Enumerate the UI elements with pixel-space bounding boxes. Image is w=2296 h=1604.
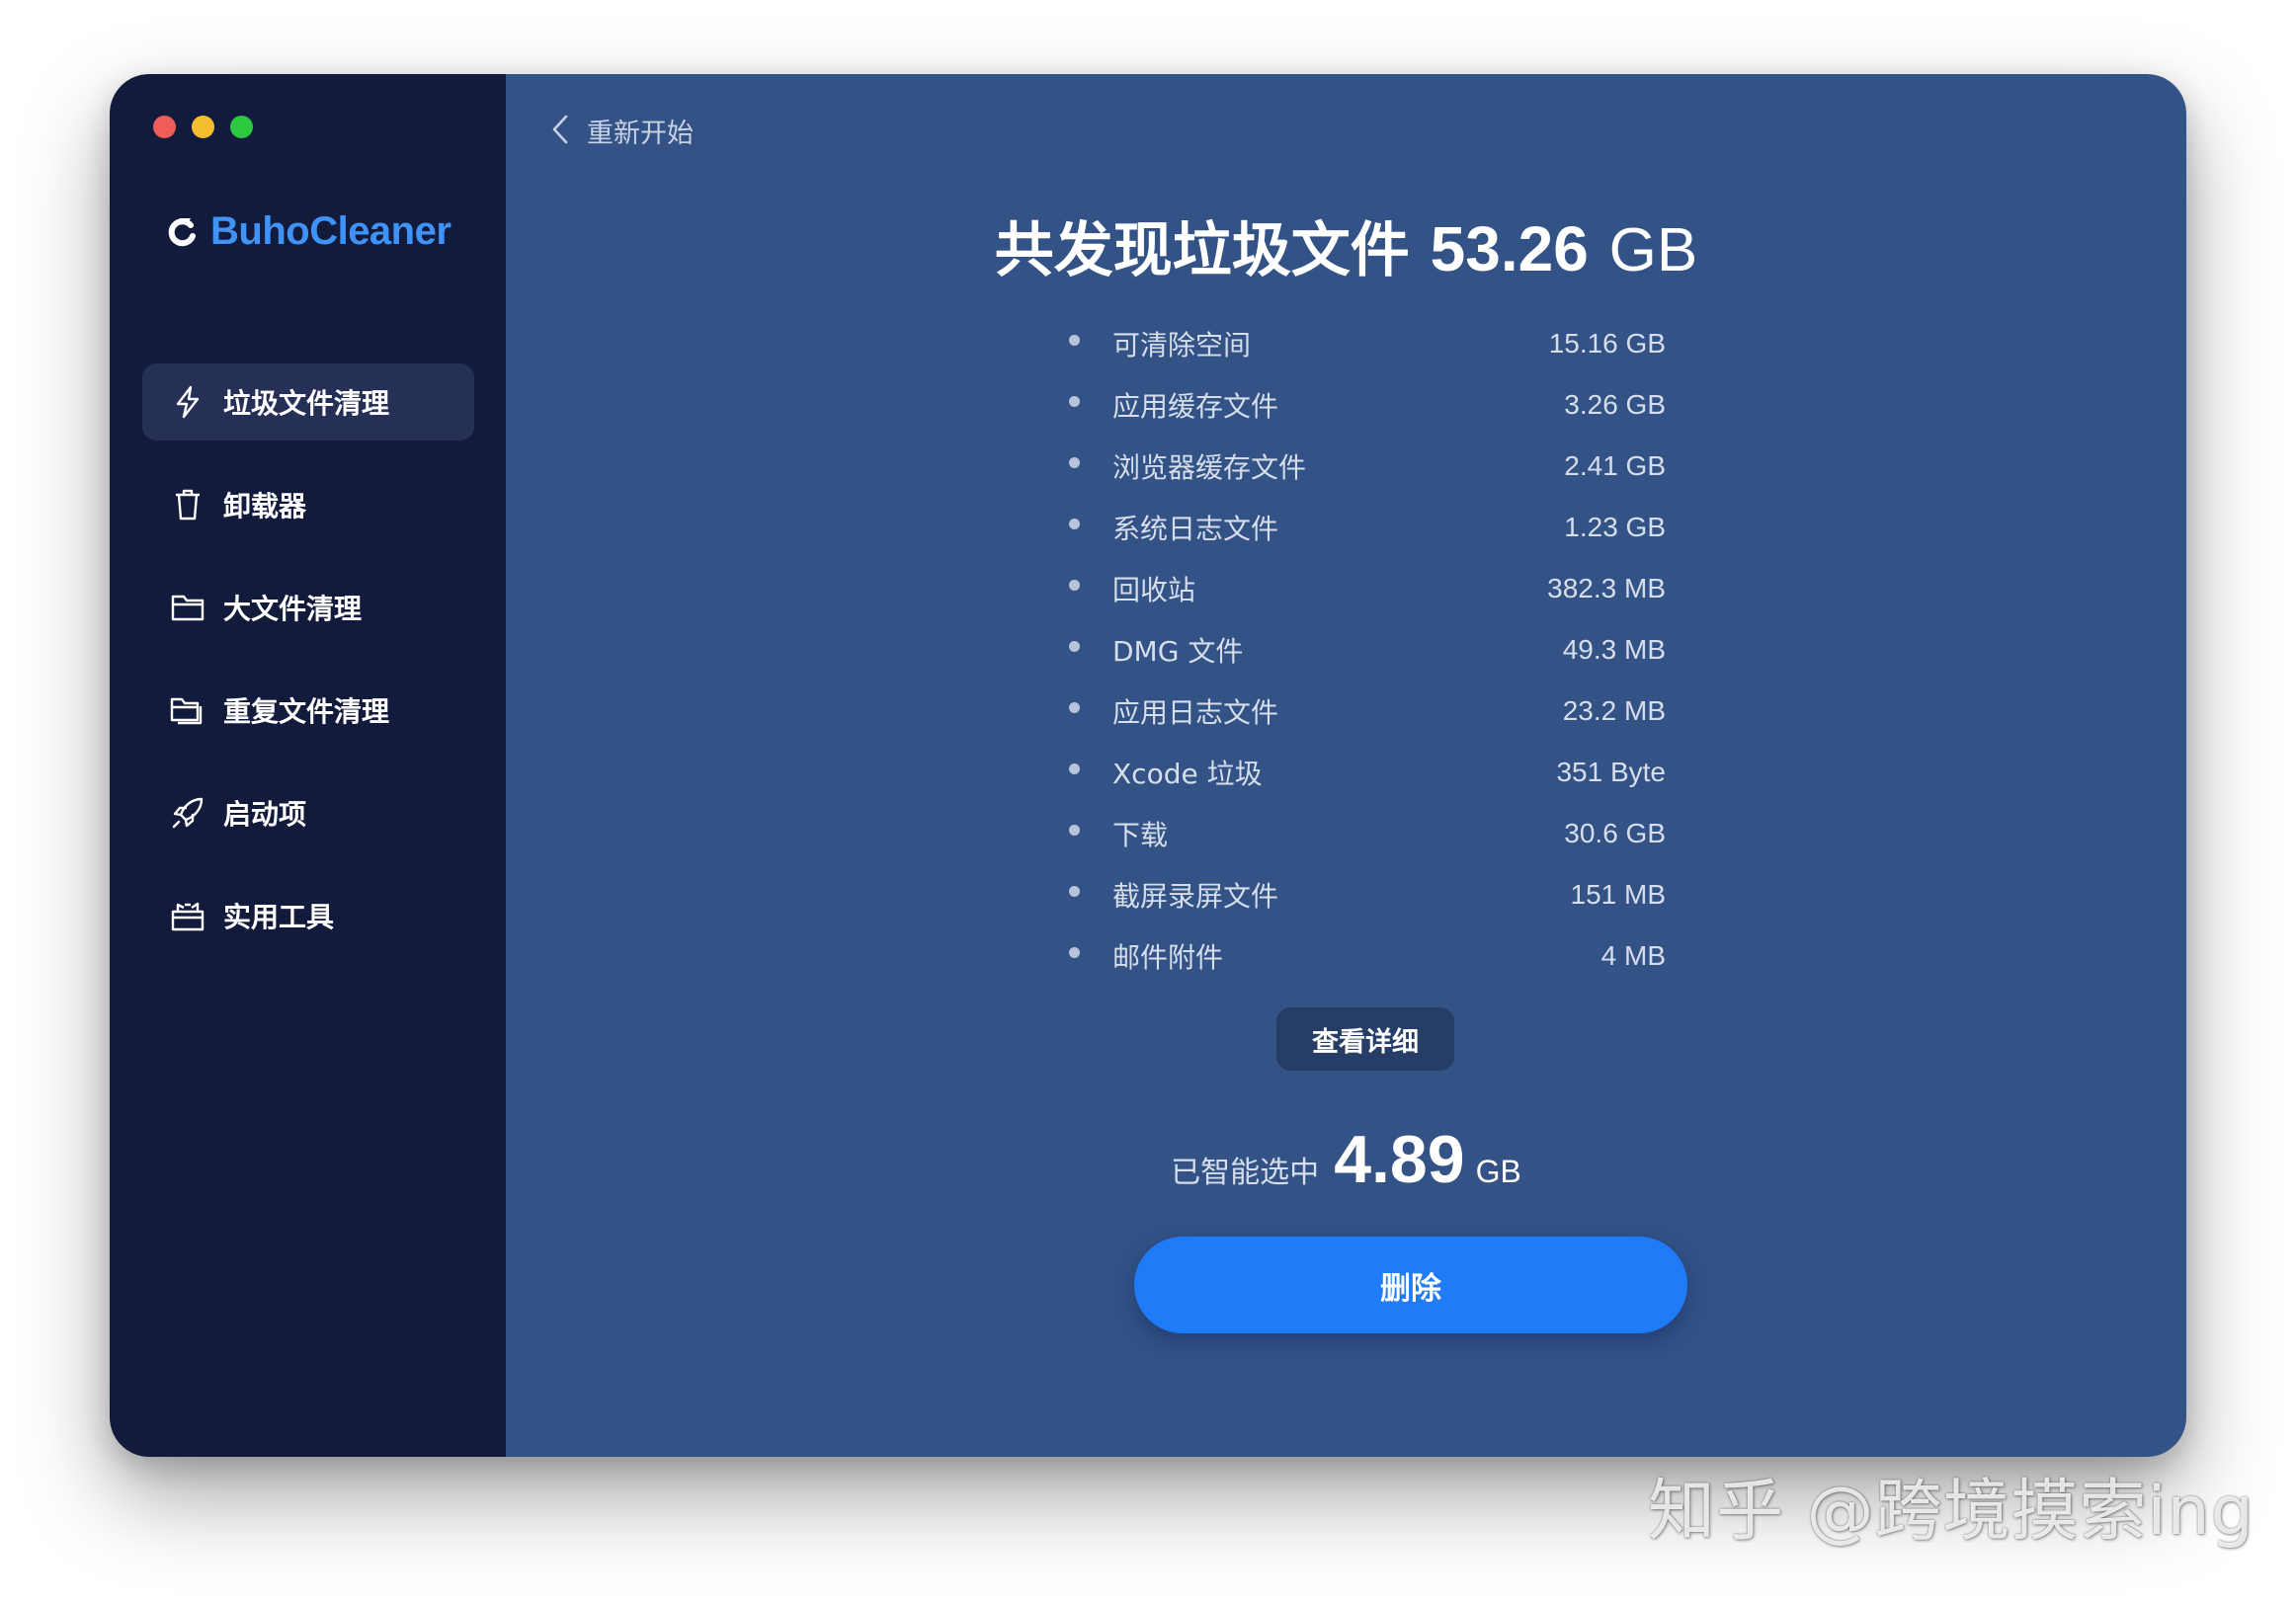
list-item: 应用缓存文件 3.26 GB	[1069, 374, 1666, 436]
list-item: 邮件附件 4 MB	[1069, 925, 1666, 987]
total-unit: GB	[1608, 216, 1698, 284]
sidebar-item-label: 垃圾文件清理	[223, 387, 390, 420]
list-item: DMG 文件 49.3 MB	[1069, 619, 1666, 681]
item-size: 151 MB	[1570, 879, 1667, 910]
bullet-dot-icon	[1069, 335, 1080, 346]
view-details-button[interactable]: 查看详细	[1276, 1007, 1454, 1071]
item-name: Xcode 垃圾	[1112, 758, 1263, 790]
item-size: 15.16 GB	[1548, 328, 1666, 359]
list-item: 系统日志文件 1.23 GB	[1069, 497, 1666, 558]
list-item: 下载 30.6 GB	[1069, 803, 1666, 864]
watermark: 知乎 @跨境摸索ing	[1648, 1473, 2255, 1551]
list-item: 应用日志文件 23.2 MB	[1069, 681, 1666, 742]
buho-logo-icon	[165, 214, 201, 250]
sidebar-item-label: 启动项	[223, 798, 307, 831]
bullet-dot-icon	[1069, 947, 1080, 958]
sidebar-nav: 垃圾文件清理 卸载器 大文件清理 重复文件清理 启动项 实用工具	[142, 363, 474, 980]
item-name: 可清除空间	[1112, 329, 1252, 361]
restart-label: 重新开始	[587, 119, 694, 149]
title-prefix: 共发现垃圾文件	[994, 216, 1410, 285]
bullet-dot-icon	[1069, 457, 1080, 468]
sidebar-item-uninstaller[interactable]: 卸载器	[142, 466, 474, 543]
page-title: 共发现垃圾文件 53.26 GB	[506, 202, 2186, 288]
item-size: 382.3 MB	[1547, 573, 1666, 603]
selected-value: 4.89	[1334, 1122, 1465, 1197]
item-name: 系统日志文件	[1112, 513, 1279, 545]
list-item: 可清除空间 15.16 GB	[1069, 313, 1666, 374]
folder-icon	[170, 590, 205, 625]
item-name: DMG 文件	[1112, 635, 1244, 668]
bullet-dot-icon	[1069, 396, 1080, 407]
zoom-window-button[interactable]	[230, 116, 253, 138]
bolt-icon	[170, 384, 205, 420]
junk-list: 可清除空间 15.16 GB 应用缓存文件 3.26 GB 浏览器缓存文件 2.41 …	[1069, 313, 1666, 987]
item-size: 23.2 MB	[1562, 695, 1666, 726]
item-name: 下载	[1112, 819, 1169, 851]
item-size: 351 Byte	[1556, 757, 1666, 787]
app-window: BuhoCleaner 垃圾文件清理 卸载器 大文件清理 重复文件清理 启动项 …	[110, 74, 2186, 1457]
window-controls	[153, 116, 253, 138]
selected-unit: GB	[1475, 1154, 1521, 1189]
bullet-dot-icon	[1069, 641, 1080, 652]
chevron-left-icon	[551, 114, 569, 149]
item-size: 1.23 GB	[1564, 512, 1666, 542]
bullet-dot-icon	[1069, 886, 1080, 897]
list-item: 浏览器缓存文件 2.41 GB	[1069, 436, 1666, 497]
item-name: 回收站	[1112, 574, 1196, 606]
bullet-dot-icon	[1069, 519, 1080, 529]
item-name: 邮件附件	[1112, 941, 1224, 974]
sidebar-item-duplicate-files[interactable]: 重复文件清理	[142, 672, 474, 749]
list-item: 截屏录屏文件 151 MB	[1069, 864, 1666, 925]
restart-button[interactable]: 重新开始	[551, 112, 694, 150]
item-size: 49.3 MB	[1562, 634, 1666, 665]
item-name: 应用日志文件	[1112, 696, 1279, 729]
item-name: 应用缓存文件	[1112, 390, 1279, 423]
bullet-dot-icon	[1069, 825, 1080, 836]
toolbox-icon	[170, 898, 205, 933]
sidebar-item-startup-items[interactable]: 启动项	[142, 774, 474, 851]
selected-label: 已智能选中	[1171, 1156, 1320, 1190]
item-size: 30.6 GB	[1564, 818, 1666, 848]
sidebar: BuhoCleaner 垃圾文件清理 卸载器 大文件清理 重复文件清理 启动项 …	[110, 74, 506, 1457]
bullet-dot-icon	[1069, 580, 1080, 591]
duplicate-folder-icon	[170, 692, 205, 728]
minimize-window-button[interactable]	[192, 116, 214, 138]
sidebar-item-large-files[interactable]: 大文件清理	[142, 569, 474, 646]
bullet-dot-icon	[1069, 763, 1080, 774]
item-name: 截屏录屏文件	[1112, 880, 1279, 913]
item-name: 浏览器缓存文件	[1112, 451, 1307, 484]
trash-icon	[170, 487, 205, 522]
sidebar-item-toolkit[interactable]: 实用工具	[142, 877, 474, 954]
sidebar-item-label: 大文件清理	[223, 593, 363, 625]
sidebar-item-junk-cleaner[interactable]: 垃圾文件清理	[142, 363, 474, 441]
bullet-dot-icon	[1069, 702, 1080, 713]
list-item: Xcode 垃圾 351 Byte	[1069, 742, 1666, 803]
sidebar-item-label: 卸载器	[223, 490, 307, 522]
item-size: 2.41 GB	[1564, 450, 1666, 481]
sidebar-item-label: 实用工具	[223, 901, 335, 933]
rocket-icon	[170, 795, 205, 831]
main-panel: 重新开始 共发现垃圾文件 53.26 GB 可清除空间 15.16 GB 应用缓存…	[506, 74, 2186, 1457]
delete-button[interactable]: 删除	[1134, 1237, 1687, 1333]
item-size: 3.26 GB	[1564, 389, 1666, 420]
selected-summary: 已智能选中 4.89 GB	[506, 1121, 2186, 1198]
item-size: 4 MB	[1600, 940, 1666, 971]
close-window-button[interactable]	[153, 116, 176, 138]
sidebar-item-label: 重复文件清理	[223, 695, 390, 728]
list-item: 回收站 382.3 MB	[1069, 558, 1666, 619]
app-name: BuhoCleaner	[210, 209, 451, 253]
total-amount: 53.26	[1430, 213, 1589, 284]
brand: BuhoCleaner	[165, 209, 451, 254]
